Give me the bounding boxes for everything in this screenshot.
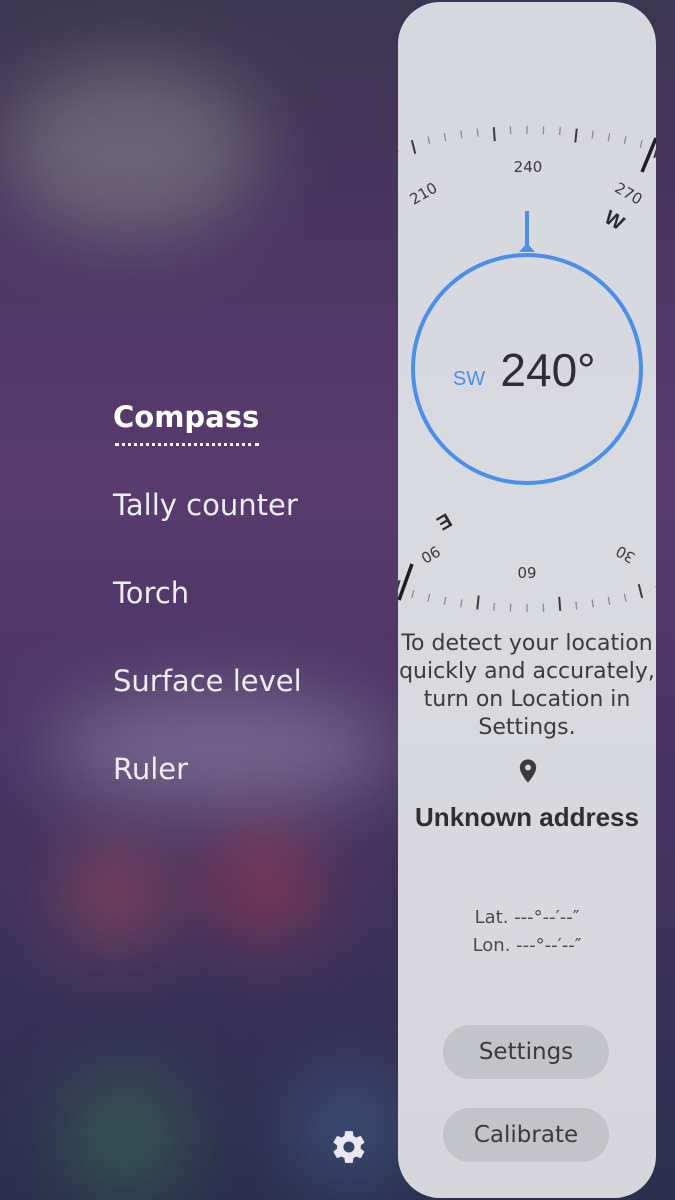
heading-value: 240° [500,344,595,396]
location-message: To detect your location quickly and accu… [399,631,655,740]
top-scale-tick [653,148,656,159]
top-scale-tick [574,128,578,143]
settings-button[interactable]: Settings [443,1025,609,1079]
background-blur [60,840,170,950]
cardinal-west: W [600,207,627,236]
top-scale-tick [623,136,627,145]
menu-item-surface-level[interactable]: Surface level [113,664,302,698]
heading-direction: SW [453,368,485,390]
cardinal-east: E [433,508,456,534]
longitude-text: Lon. ---°--′--″ [472,935,582,956]
location-pin-icon [519,759,537,783]
bottom-scale-tick [411,589,415,599]
top-scale-tick [427,136,431,145]
top-scale-tick [591,130,594,139]
bottom-tick-label: 60 [517,563,536,581]
background-blur [0,60,260,240]
bottom-scale-tick [493,602,496,611]
top-scale-tick [492,127,496,142]
menu-item-compass[interactable]: Compass [113,400,260,446]
top-scale-tick [410,139,417,154]
bottom-scale-tick [558,596,562,611]
bottom-scale-tick [637,584,644,599]
menu-item-torch[interactable]: Torch [113,576,189,610]
gear-icon[interactable] [330,1128,368,1166]
top-tick-label: 210 [407,179,441,209]
bottom-scale-tick [623,593,627,602]
address-text: Unknown address [415,802,639,832]
top-scale-tick [607,133,611,142]
bottom-scale-tick [575,601,578,610]
bottom-scale-tick [427,593,431,602]
top-scale-tick [460,130,463,139]
compass-dial: 210 240 270 W 90 60 30 E SW 240° [398,126,656,612]
bottom-scale-tick [607,596,611,605]
east-marker [398,563,414,601]
latitude-text: Lat. ---°--′--″ [474,907,580,928]
top-scale-tick [639,139,643,149]
bottom-scale-tick [591,599,594,608]
menu-item-ruler[interactable]: Ruler [113,752,188,786]
top-tick-label: 240 [514,158,543,176]
top-scale-tick [443,133,447,142]
bottom-scale-tick [443,596,447,605]
top-tick-label: 270 [612,179,646,209]
background-blur [40,690,400,810]
top-scale-tick [558,127,561,136]
bottom-tick-label: 90 [418,542,444,567]
bottom-scale-tick [460,599,463,608]
top-scale-tick [476,128,479,137]
bottom-tick-label: 30 [613,542,639,567]
background-blur [210,830,320,940]
calibrate-button[interactable]: Calibrate [443,1108,609,1162]
heading-needle-tip [519,243,535,252]
west-marker [640,137,656,173]
bottom-scale-tick [398,579,401,590]
background-blur [70,1080,180,1190]
menu-item-tally-counter[interactable]: Tally counter [113,488,298,522]
compass-panel: 210 240 270 W 90 60 30 E SW 240° To dete… [398,2,656,1198]
bottom-scale-tick [476,595,480,610]
